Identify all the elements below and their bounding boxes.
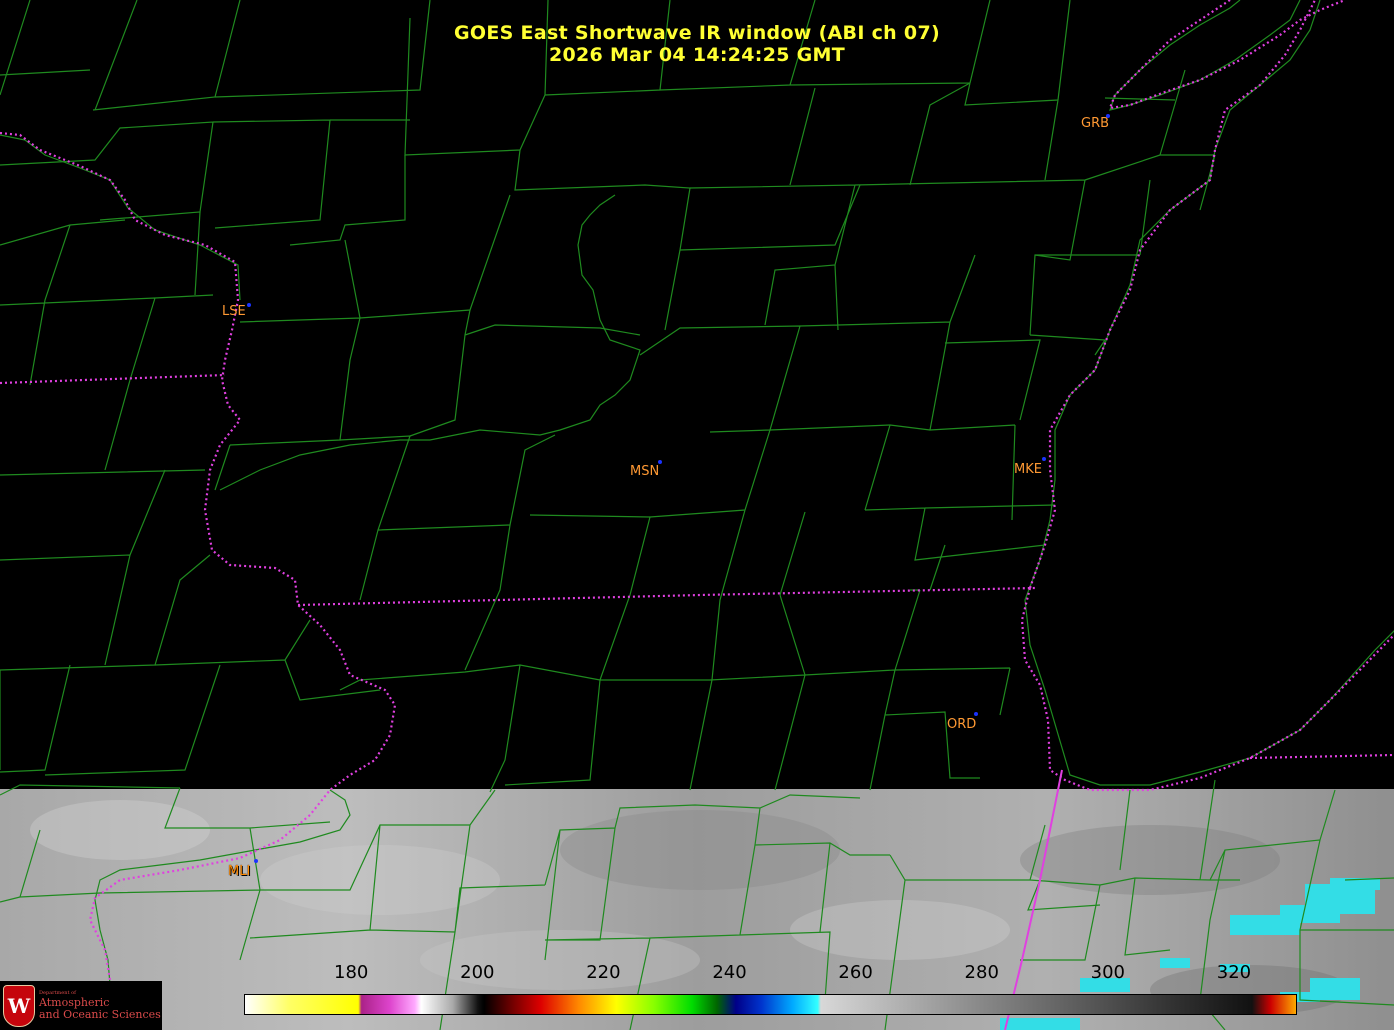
logo-line2: and Oceanic Sciences	[39, 1008, 161, 1021]
station-dot-mke	[1042, 457, 1046, 461]
colorbar-tick-label: 180	[334, 962, 369, 983]
colorbar-tick-label: 300	[1090, 962, 1126, 983]
logo-text: Department of Atmospheric and Oceanic Sc…	[39, 990, 161, 1021]
colorbar-tick-label: 260	[838, 962, 873, 983]
station-label-lse: LSE	[222, 304, 246, 319]
satellite-image: GOES East Shortwave IR window (ABI ch 07…	[0, 0, 1394, 1030]
colorbar	[244, 994, 1297, 1015]
aos-logo: W Department of Atmospheric and Oceanic …	[0, 981, 162, 1030]
station-dot-mli	[254, 859, 258, 863]
station-dot-ord	[974, 712, 978, 716]
station-label-grb: GRB	[1081, 116, 1110, 131]
uw-seal-icon: W	[3, 984, 35, 1027]
colorbar-tick-label: 220	[586, 962, 621, 983]
map-canvas	[0, 0, 1394, 1030]
station-label-mli: MLI	[228, 864, 251, 879]
colorbar-tick-label: 320	[1216, 962, 1252, 983]
station-label-mke: MKE	[1014, 462, 1042, 477]
image-title: GOES East Shortwave IR window (ABI ch 07…	[454, 22, 940, 44]
colorbar-tick-label: 280	[964, 962, 999, 983]
colorbar-tick-label: 240	[712, 962, 747, 983]
image-timestamp: 2026 Mar 04 14:24:25 GMT	[548, 44, 846, 66]
colorbar-tick-label: 200	[460, 962, 495, 983]
station-label-msn: MSN	[630, 464, 660, 479]
station-dot-lse	[247, 303, 251, 307]
station-label-ord: ORD	[947, 717, 977, 732]
